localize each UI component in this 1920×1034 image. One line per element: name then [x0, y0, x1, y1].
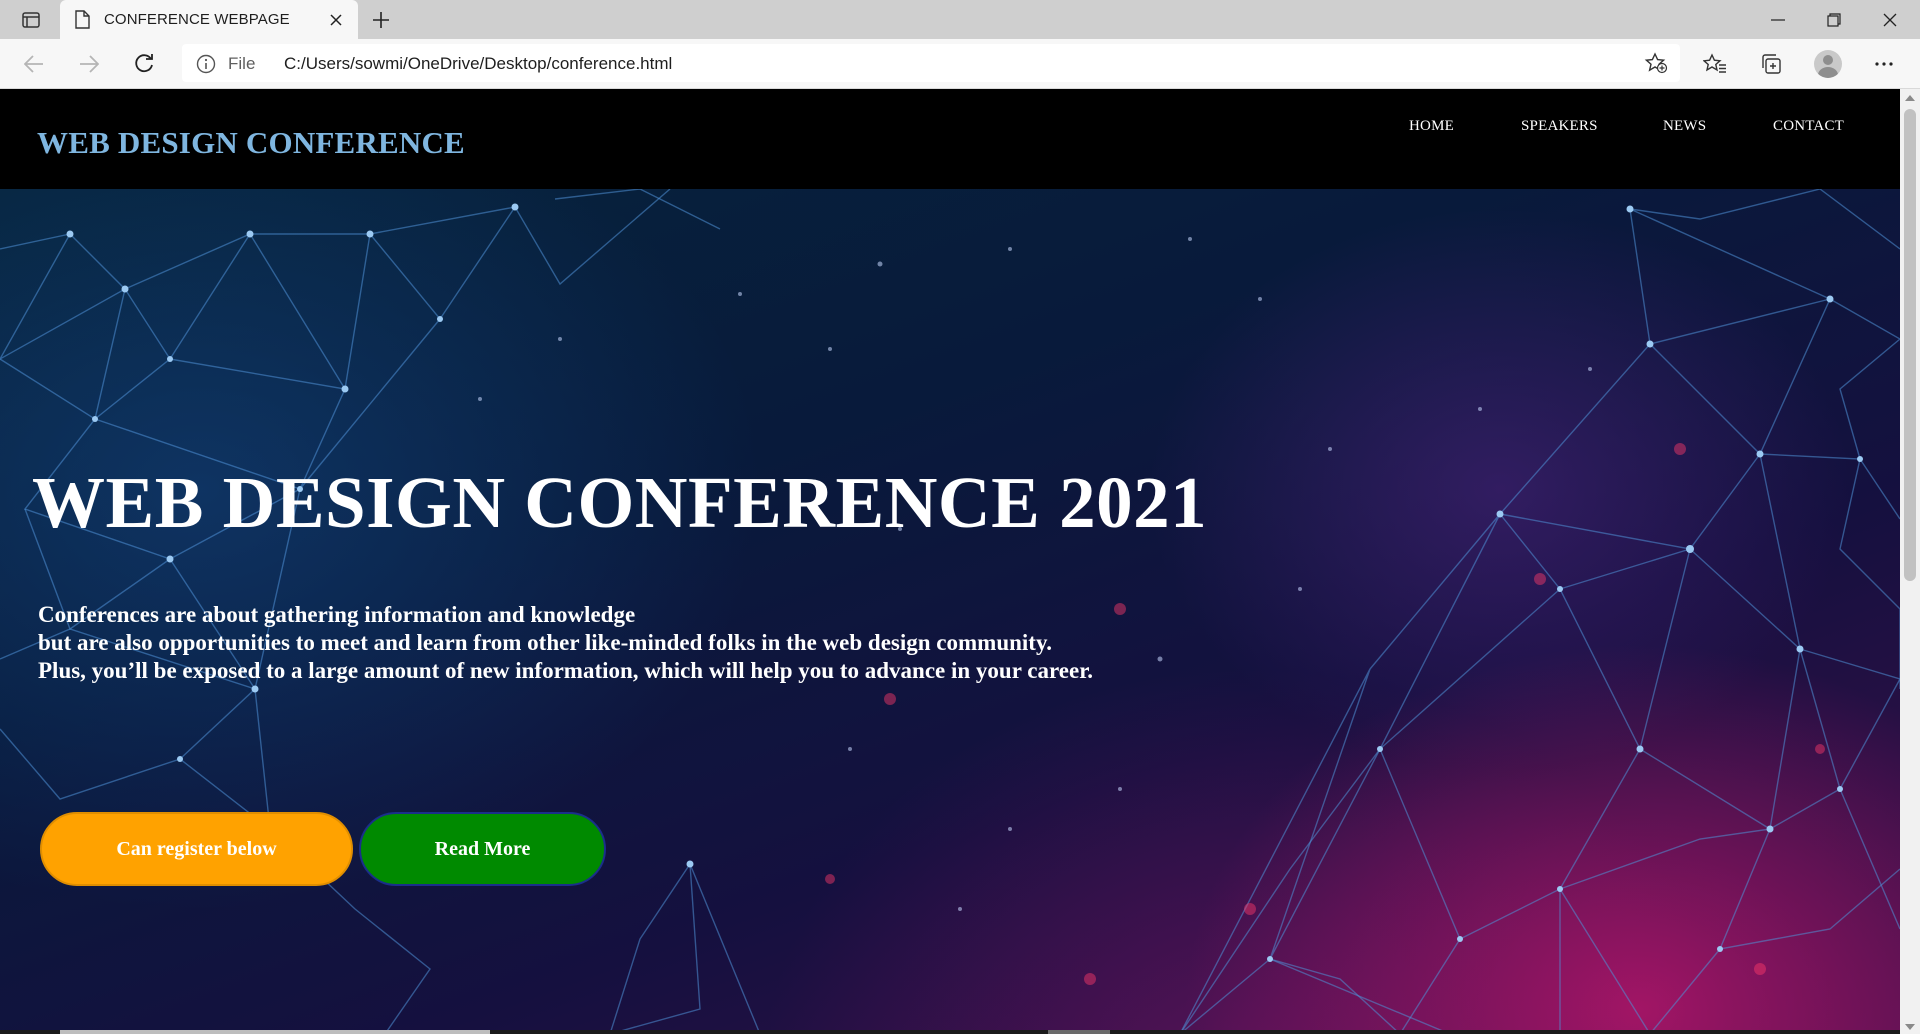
nav-link-speakers[interactable]: SPEAKERS: [1521, 118, 1598, 135]
address-scheme: File: [228, 54, 256, 73]
avatar-body: [1818, 67, 1838, 78]
nav-link-contact[interactable]: CONTACT: [1773, 118, 1844, 135]
address-url[interactable]: C:/Users/sowmi/OneDrive/Desktop/conferen…: [284, 54, 672, 74]
vertical-scrollbar[interactable]: [1900, 89, 1920, 1034]
read-more-button[interactable]: Read More: [359, 812, 606, 886]
minimize-icon[interactable]: [1750, 0, 1806, 39]
horizontal-scrollbar-marker: [1048, 1030, 1110, 1034]
hero-description-line: but are also opportunities to meet and l…: [38, 630, 1052, 655]
tab-title: CONFERENCE WEBPAGE: [104, 11, 290, 28]
site-logo[interactable]: WEB DESIGN CONFERENCE: [37, 125, 465, 161]
register-button[interactable]: Can register below: [40, 812, 353, 886]
nav-link-news[interactable]: NEWS: [1663, 118, 1706, 135]
more-icon[interactable]: [1870, 51, 1898, 77]
avatar-head: [1823, 55, 1833, 65]
scroll-up-arrow-icon[interactable]: [1905, 95, 1915, 101]
forward-arrow-icon[interactable]: [73, 49, 105, 79]
plus-icon[interactable]: [368, 8, 394, 32]
hero-description-line: Conferences are about gathering informat…: [38, 602, 636, 627]
info-icon[interactable]: [196, 54, 216, 79]
document-icon: [74, 10, 90, 34]
scroll-down-arrow-icon[interactable]: [1905, 1024, 1915, 1030]
restore-icon[interactable]: [1806, 0, 1862, 39]
tab-actions-icon[interactable]: [14, 8, 48, 32]
page-viewport: WEB DESIGN CONFERENCE HOME SPEAKERS NEWS…: [0, 89, 1900, 1034]
hero-description-line: Plus, you’ll be exposed to a large amoun…: [38, 658, 1094, 683]
refresh-icon[interactable]: [128, 49, 160, 79]
nav-link-home[interactable]: HOME: [1409, 118, 1454, 135]
hero-title: WEB DESIGN CONFERENCE 2021: [32, 462, 1208, 543]
browser-tab[interactable]: CONFERENCE WEBPAGE: [60, 0, 358, 39]
browser-tab-strip: CONFERENCE WEBPAGE: [0, 0, 1920, 39]
horizontal-scrollbar-thumb[interactable]: [60, 1030, 490, 1034]
hero-section: WEB DESIGN CONFERENCE 2021 Conferences a…: [0, 189, 1900, 1034]
collections-icon[interactable]: [1757, 51, 1785, 77]
vertical-scrollbar-thumb[interactable]: [1904, 109, 1916, 581]
site-header: WEB DESIGN CONFERENCE HOME SPEAKERS NEWS…: [0, 89, 1900, 189]
profile-avatar-icon[interactable]: [1814, 50, 1842, 78]
hero-description: Conferences are about gathering informat…: [38, 601, 1093, 685]
close-icon[interactable]: [325, 9, 347, 31]
browser-toolbar: File C:/Users/sowmi/OneDrive/Desktop/con…: [0, 39, 1920, 89]
add-favorite-icon[interactable]: [1644, 52, 1668, 79]
favorites-icon[interactable]: [1701, 51, 1729, 77]
window-close-icon[interactable]: [1862, 0, 1918, 39]
horizontal-scrollbar[interactable]: [0, 1030, 1900, 1034]
back-arrow-icon[interactable]: [18, 49, 50, 79]
address-bar[interactable]: File C:/Users/sowmi/OneDrive/Desktop/con…: [182, 44, 1680, 82]
